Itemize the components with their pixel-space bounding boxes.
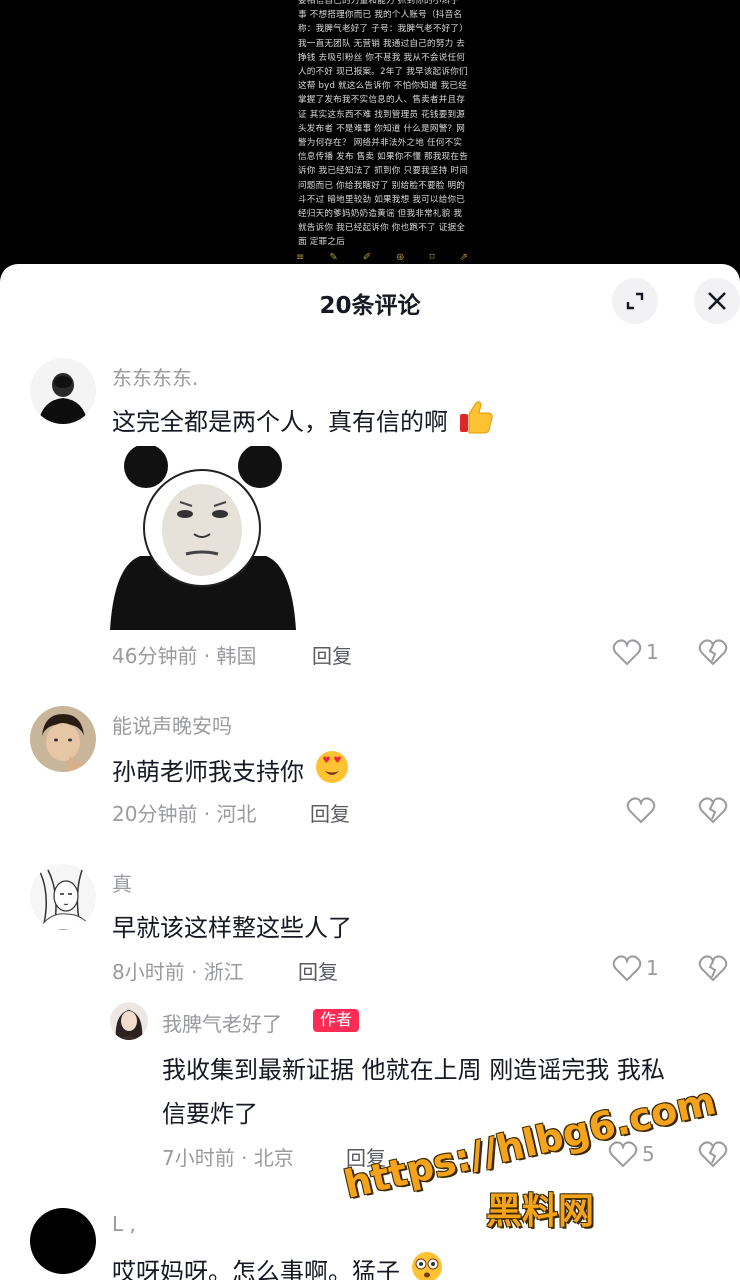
reply-button[interactable]: 回复 xyxy=(298,956,338,985)
reply-button[interactable]: 回复 xyxy=(310,798,350,827)
dislike-button[interactable] xyxy=(698,638,728,666)
commenter-name[interactable]: 我脾气老好了 xyxy=(162,1008,282,1037)
video-caption-text: 要相信自己的力量和能力 抓到你的小辫子 事 不想搭理你而已 我的个人账号（抖音名… xyxy=(298,0,469,248)
broken-heart-icon xyxy=(698,955,728,982)
comment-timestamp: 46分钟前 · 韩国 xyxy=(112,644,257,668)
heart-eyes-emoji xyxy=(315,751,348,783)
watermark: https://hlbg6.com 黑料网 xyxy=(340,1079,720,1234)
avatar[interactable] xyxy=(30,358,96,424)
comment-timestamp: 20分钟前 · 河北 xyxy=(112,802,257,826)
like-button[interactable]: 1 xyxy=(612,954,659,982)
close-icon xyxy=(708,292,726,310)
dislike-button[interactable] xyxy=(698,954,728,982)
avatar[interactable] xyxy=(30,1208,96,1274)
video-background: 要相信自己的力量和能力 抓到你的小辫子 事 不想搭理你而已 我的个人账号（抖音名… xyxy=(0,0,740,268)
reply-text-line2: 信要炸了 xyxy=(162,1100,258,1128)
heart-icon xyxy=(626,797,656,824)
expand-button[interactable] xyxy=(612,278,658,324)
comment-timestamp: 7小时前 · 北京 xyxy=(162,1146,294,1170)
comment-text-content: 这完全都是两个人，真有信的啊 xyxy=(112,408,448,436)
heart-icon xyxy=(612,639,642,666)
like-count: 1 xyxy=(646,640,659,664)
avatar[interactable] xyxy=(30,864,96,930)
close-button[interactable] xyxy=(694,278,740,324)
pen-icon: ✐ xyxy=(362,252,372,263)
comment-text: 这完全都是两个人，真有信的啊 xyxy=(112,400,494,437)
video-toolbar: ≡ ✎ ✐ ⊛ ⌑ ⇗ xyxy=(296,252,468,263)
comment-text: 早就该这样整这些人了 xyxy=(112,914,352,942)
list-icon: ≡ xyxy=(296,252,305,263)
comment-text-content: 孙萌老师我支持你 xyxy=(112,758,304,786)
save-icon: ⌑ xyxy=(429,252,435,263)
comment-timestamp: 8小时前 · 浙江 xyxy=(112,960,244,984)
broken-heart-icon xyxy=(698,639,728,666)
share-icon: ⇗ xyxy=(459,252,468,263)
commenter-name[interactable]: 真 xyxy=(112,868,132,897)
commenter-name[interactable]: L , xyxy=(112,1212,136,1236)
commenter-name[interactable]: 东东东东. xyxy=(112,362,198,391)
dislike-button[interactable] xyxy=(698,796,728,824)
thumbs-up-emoji xyxy=(459,401,493,434)
flushed-emoji xyxy=(411,1252,442,1280)
avatar[interactable] xyxy=(30,706,96,772)
settings-icon: ⊛ xyxy=(396,252,405,263)
avatar[interactable] xyxy=(110,1002,148,1040)
expand-icon xyxy=(626,292,644,310)
comment-text-content: 哎呀妈呀。怎么事啊。猛子 xyxy=(112,1258,400,1280)
heart-icon xyxy=(612,955,642,982)
reply-text-line1: 我收集到最新证据 他就在上周 刚造谣完我 我私 xyxy=(162,1056,665,1084)
panda-meme-sticker[interactable] xyxy=(110,446,296,630)
reply-button[interactable]: 回复 xyxy=(312,640,352,669)
comment-text: 孙萌老师我支持你 xyxy=(112,750,350,787)
commenter-name[interactable]: 能说声晚安吗 xyxy=(112,710,232,739)
broken-heart-icon xyxy=(698,797,728,824)
author-badge: 作者 xyxy=(313,1009,360,1032)
like-button[interactable]: 1 xyxy=(612,638,659,666)
comment-text: 哎呀妈呀。怎么事啊。猛子 xyxy=(112,1250,444,1280)
like-button[interactable] xyxy=(626,796,660,824)
watermark-label: 黑料网 xyxy=(486,1191,595,1232)
edit-icon: ✎ xyxy=(329,252,338,263)
sheet-header: 20条评论 xyxy=(0,264,740,338)
like-count: 1 xyxy=(646,956,659,980)
